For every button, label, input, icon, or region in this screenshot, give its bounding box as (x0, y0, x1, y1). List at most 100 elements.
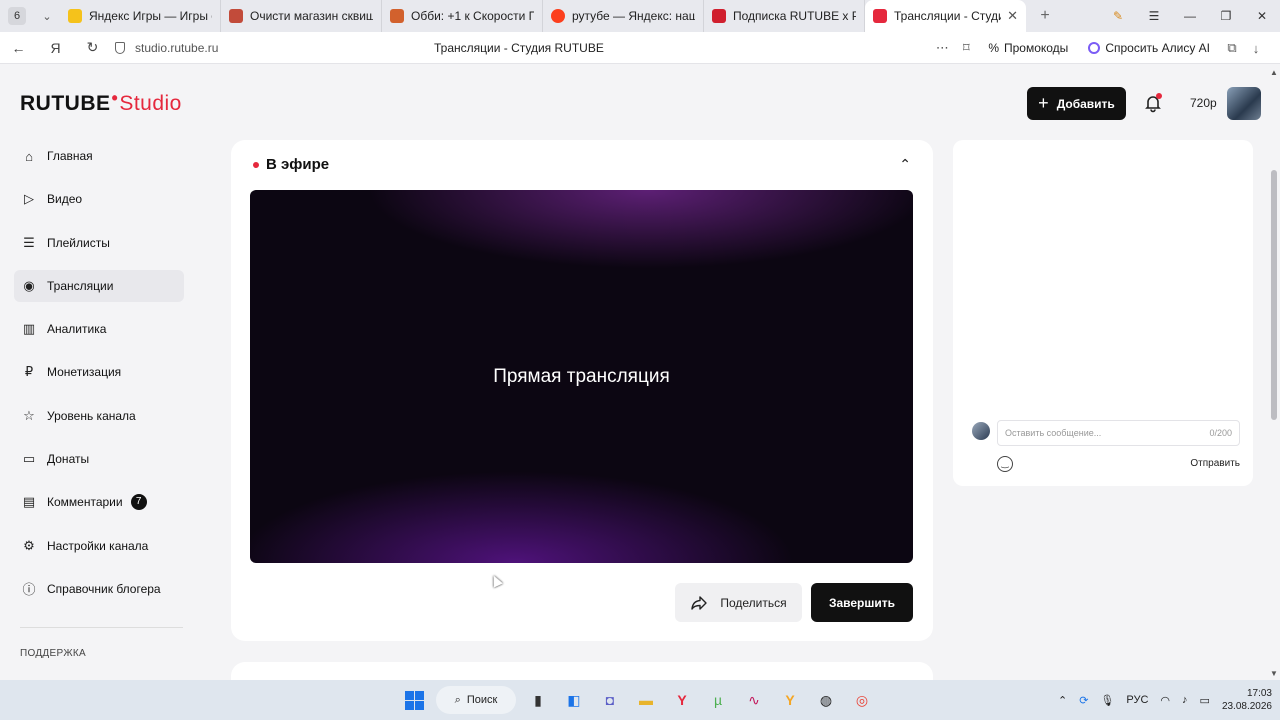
scrollbar-thumb[interactable] (1271, 170, 1277, 420)
microphone-icon[interactable]: 🎙 (1100, 694, 1114, 707)
sync-icon[interactable]: ⟳ (1079, 694, 1088, 707)
reload-icon[interactable]: ↻ (74, 39, 111, 56)
live-stream-card: В эфире ⌃ Прямая трансляция Поделиться З… (231, 140, 933, 641)
file-explorer-icon[interactable]: ▬ (632, 686, 660, 714)
sidebar-item-comments[interactable]: ▤ Комментарии 7 (14, 486, 184, 518)
chat-panel: Оставить сообщение... 0/200 ‿ Отправить (953, 140, 1253, 486)
video-icon: ▷ (24, 191, 34, 207)
new-tab-icon[interactable]: + (1032, 7, 1058, 25)
alice-label: Спросить Алису AI (1105, 41, 1210, 55)
sidebar-item-donations[interactable]: ▭ Донаты (14, 443, 184, 475)
home-icon: ⌂ (25, 148, 33, 164)
share-button[interactable]: Поделиться (675, 583, 802, 622)
menu-icon[interactable]: ☰ (1136, 9, 1172, 23)
yandex-games-favicon-icon (68, 9, 82, 23)
shield-icon (115, 41, 125, 54)
notification-dot (1156, 93, 1162, 99)
sidebar-item-label: Видео (47, 192, 83, 207)
live-dot (253, 161, 259, 168)
scroll-down-icon[interactable]: ▼ (1270, 669, 1278, 678)
clock[interactable]: 17:03 23.08.2026 (1222, 687, 1272, 713)
url-field[interactable]: studio.rutube.ru (115, 41, 385, 55)
wifi-icon[interactable]: ◠ (1160, 694, 1170, 707)
sidebar-item-monetization[interactable]: ₽ Монетизация (14, 356, 184, 388)
sidebar-item-video[interactable]: ▷ Видео (14, 183, 184, 215)
close-window-icon[interactable]: ✕ (1244, 9, 1280, 23)
emoji-icon[interactable]: ‿ (997, 456, 1013, 472)
tab-title: рутубе — Яндекс: нашло (572, 9, 695, 23)
restore-icon[interactable]: ❐ (1208, 9, 1244, 23)
scroll-up-icon[interactable]: ▲ (1270, 68, 1278, 77)
send-button[interactable]: Отправить (1190, 458, 1240, 469)
support-section-label: ПОДДЕРЖКА (20, 648, 86, 659)
obs-icon[interactable]: ◍ (812, 686, 840, 714)
sidebar-item-analytics[interactable]: ▥ Аналитика (14, 313, 184, 345)
chat-app-icon[interactable]: ◘ (596, 686, 624, 714)
chevron-up-icon[interactable]: ⌃ (899, 156, 911, 173)
broadcast-icon: ◉ (23, 277, 35, 293)
alice-icon (1088, 42, 1101, 54)
activity-app-icon[interactable]: ∿ (740, 686, 768, 714)
battery-icon[interactable]: ▭ (1200, 694, 1210, 707)
minimize-icon[interactable]: — (1172, 9, 1208, 23)
promo-button[interactable]: % Промокоды (978, 41, 1078, 55)
tab-count: 6 (8, 7, 26, 25)
taskbar-search-label: Поиск (466, 694, 498, 706)
tab-title: Очисти магазин сквише (250, 9, 373, 23)
page-title: Трансляции - Студия RUTUBE (434, 41, 604, 55)
alice-button[interactable]: Спросить Алису AI (1078, 41, 1220, 55)
more-icon[interactable]: ⋯ (930, 40, 954, 56)
sidebar-item-broadcasts[interactable]: ◉ Трансляции (14, 269, 184, 302)
download-icon[interactable]: ↓ (1244, 41, 1268, 56)
yandex-icon[interactable]: Я (37, 40, 74, 56)
browser-tab-5[interactable]: Подписка RUTUBE x PRE (704, 0, 865, 32)
yandex-browser-icon[interactable]: Y (668, 686, 696, 714)
quality-indicator[interactable]: 720p (1190, 96, 1217, 110)
notifications-button[interactable] (1143, 93, 1163, 113)
tab-count-button[interactable]: 6 (0, 0, 34, 32)
bookmark-icon[interactable]: ⌑ (954, 40, 978, 56)
language-indicator[interactable]: РУС (1126, 694, 1148, 706)
volume-icon[interactable]: ♪ (1182, 694, 1188, 706)
extension-icon[interactable]: ✎ (1100, 9, 1136, 23)
widgets-icon[interactable]: ◧ (560, 686, 588, 714)
browser-tab-4[interactable]: рутубе — Яндекс: нашло (543, 0, 704, 32)
sidebar-item-channel-level[interactable]: ☆ Уровень канала (14, 400, 184, 432)
sidebar-item-playlists[interactable]: ☰ Плейлисты (14, 227, 184, 259)
browser-tab-3[interactable]: Обби: +1 к Скорости По (382, 0, 543, 32)
back-icon[interactable]: ← (0, 40, 37, 56)
sidebar-item-label: Трансляции (47, 278, 114, 293)
chevron-down-icon[interactable]: ⌄ (34, 10, 60, 23)
browser-tab-1[interactable]: Яндекс Игры — Игры он (60, 0, 221, 32)
task-view-icon[interactable]: ▮ (524, 686, 552, 714)
gear-icon: ⚙ (23, 537, 35, 553)
sidebar-item-channel-settings[interactable]: ⚙ Настройки канала (14, 530, 184, 562)
sidebar-item-blogger-guide[interactable]: ⓘ Справочник блогера (14, 573, 184, 605)
stream-player[interactable]: Прямая трансляция (250, 190, 913, 563)
chat-message-input[interactable]: Оставить сообщение... 0/200 (997, 420, 1240, 446)
sidebar-item-label: Донаты (47, 452, 90, 467)
tab-title: Трансляции - Студия (894, 9, 1002, 23)
chrome-icon[interactable]: ◎ (848, 686, 876, 714)
promo-label: Промокоды (1003, 41, 1069, 55)
sidebar-item-label: Монетизация (47, 365, 122, 380)
browser-tab-2[interactable]: Очисти магазин сквише (221, 0, 382, 32)
sidebar-item-home[interactable]: ⌂ Главная (14, 140, 184, 172)
windows-start-icon[interactable] (400, 686, 428, 714)
extensions-icon[interactable]: ⧉ (1220, 40, 1244, 56)
live-status: В эфире (253, 156, 329, 173)
torrent-icon[interactable]: µ (704, 686, 732, 714)
sidebar-divider (20, 627, 183, 628)
yandex-app-icon[interactable]: Y (776, 686, 804, 714)
taskbar-search[interactable]: ⌕ Поиск (436, 686, 516, 714)
rutube-studio-logo[interactable]: RUTUBE • Studio (20, 88, 182, 116)
browser-tab-active[interactable]: Трансляции - Студия ✕ (865, 0, 1026, 32)
info-icon: ⓘ (22, 582, 36, 598)
chevron-up-icon[interactable]: ⌃ (1058, 694, 1067, 707)
avatar[interactable] (1227, 87, 1261, 120)
add-button[interactable]: + Добавить (1027, 87, 1126, 120)
end-stream-button[interactable]: Завершить (811, 583, 913, 622)
page-scrollbar[interactable]: ▲ ▼ (1268, 66, 1280, 680)
close-tab-icon[interactable]: ✕ (1007, 8, 1018, 24)
window-controls: ✎ ☰ — ❐ ✕ (1100, 0, 1280, 32)
